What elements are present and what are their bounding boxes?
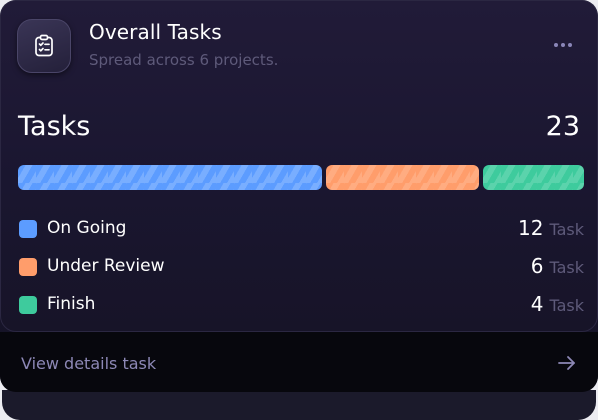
more-horizontal-icon-dot (568, 43, 572, 47)
legend-label: Under Review (47, 256, 165, 276)
legend-unit: Task (549, 220, 584, 239)
task-status-progress-bar (18, 165, 584, 190)
legend-label: Finish (47, 294, 96, 314)
legend-unit: Task (549, 258, 584, 277)
card-subtitle: Spread across 6 projects. (89, 51, 279, 69)
legend-value: 4 Task (531, 292, 584, 316)
legend-item-under-review: Under Review 6 Task (18, 254, 584, 279)
clipboard-checklist-icon (17, 19, 71, 73)
overall-tasks-widget: Overall Tasks Spread across 6 projects. … (0, 0, 598, 420)
legend-label: On Going (47, 218, 127, 238)
card-body: Overall Tasks Spread across 6 projects. … (0, 0, 598, 332)
view-details-task-link[interactable]: View details task (0, 332, 598, 392)
progress-segment-under-review (326, 165, 479, 190)
more-horizontal-icon-dot (561, 43, 565, 47)
more-options-button[interactable] (549, 35, 577, 55)
progress-segment-finish (482, 165, 584, 190)
legend-count: 6 (530, 254, 544, 278)
progress-segment-on-going (18, 165, 323, 190)
stacked-card-edge (2, 390, 596, 420)
tasks-total-count: 23 (545, 111, 580, 142)
legend-unit: Task (549, 296, 584, 315)
legend-value: 6 Task (531, 254, 584, 278)
legend-item-on-going: On Going 12 Task (18, 216, 584, 241)
more-horizontal-icon (554, 43, 558, 47)
overall-tasks-card: Overall Tasks Spread across 6 projects. … (0, 0, 598, 392)
arrow-right-icon (557, 354, 577, 372)
legend-swatch (19, 220, 37, 238)
legend-count: 12 (518, 216, 544, 240)
legend-swatch (19, 296, 37, 314)
legend-value: 12 Task (518, 216, 584, 240)
legend-swatch (19, 258, 37, 276)
legend-count: 4 (530, 292, 544, 316)
tasks-heading: Tasks (18, 111, 91, 142)
card-title: Overall Tasks (89, 20, 222, 44)
view-details-label: View details task (21, 354, 157, 373)
legend-item-finish: Finish 4 Task (18, 292, 584, 317)
